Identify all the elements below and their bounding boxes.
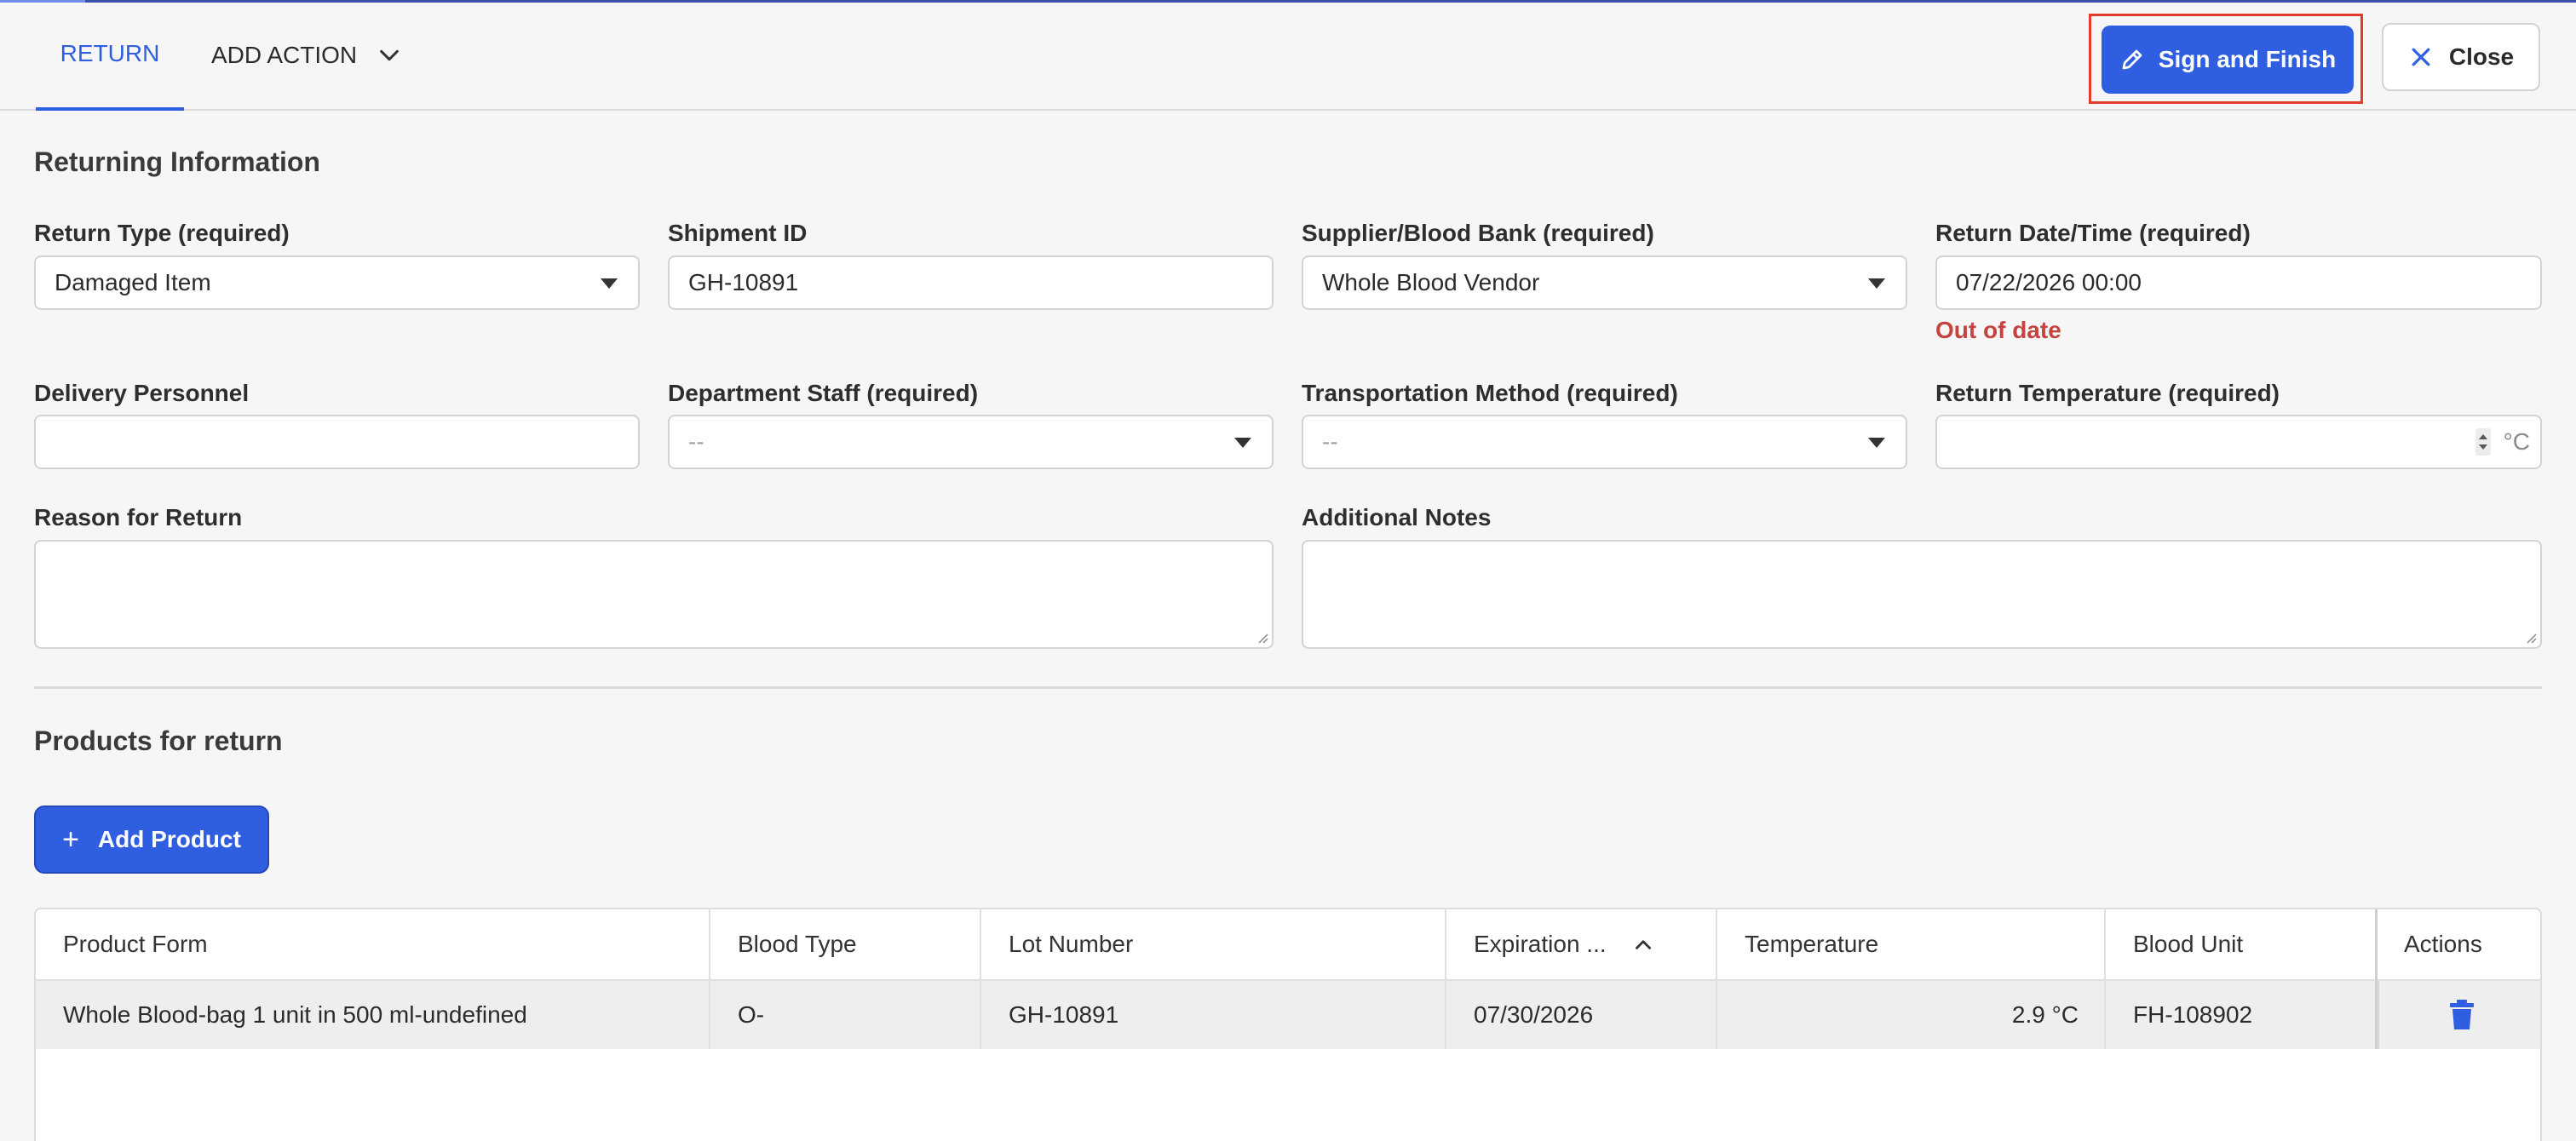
cell-actions (2377, 981, 2540, 1049)
pencil-icon (2122, 49, 2142, 70)
dropdown-arrow-icon (1868, 278, 1885, 289)
sign-and-finish-label: Sign and Finish (2158, 46, 2337, 72)
column-header-expiration[interactable]: Expiration ... (1446, 909, 1717, 979)
reason-label: Reason for Return (34, 504, 243, 530)
supplier-value: Whole Blood Vendor (1322, 269, 1540, 295)
transport-method-value: -- (1322, 428, 1338, 455)
products-title: Products for return (34, 725, 283, 756)
sign-and-finish-button[interactable]: Sign and Finish (2102, 26, 2354, 94)
tab-add-action[interactable]: ADD ACTION (211, 0, 401, 111)
resize-grip-icon[interactable] (2523, 630, 2537, 644)
plus-icon: + (62, 823, 79, 856)
return-datetime-label: Return Date/Time (required) (1935, 220, 2251, 246)
sort-ascending-icon[interactable] (1632, 933, 1654, 955)
shipment-id-input[interactable]: GH-10891 (668, 255, 1274, 310)
department-staff-label: Department Staff (required) (668, 380, 979, 406)
column-header-blood-type[interactable]: Blood Type (710, 909, 981, 979)
supplier-label: Supplier/Blood Bank (required) (1302, 220, 1654, 246)
close-button[interactable]: Close (2382, 23, 2540, 91)
cell-lot-number: GH-10891 (1009, 1001, 1119, 1028)
trash-icon[interactable] (2449, 1000, 2474, 1030)
return-type-select[interactable]: Damaged Item (34, 255, 640, 310)
close-icon (2412, 48, 2430, 66)
supplier-select[interactable]: Whole Blood Vendor (1302, 255, 1907, 310)
column-header-temperature[interactable]: Temperature (1717, 909, 2106, 979)
column-header-expiration-label: Expiration ... (1474, 931, 1607, 957)
dropdown-arrow-icon (601, 278, 618, 289)
resize-grip-icon[interactable] (1255, 630, 1268, 644)
delivery-personnel-label: Delivery Personnel (34, 380, 250, 406)
return-datetime-value: 07/22/2026 00:00 (1956, 269, 2142, 295)
return-type-label: Return Type (required) (34, 220, 290, 246)
table-header: Product Form Blood Type Lot Number Expir… (36, 909, 2540, 981)
transport-method-select[interactable]: -- (1302, 415, 1907, 469)
column-header-actions: Actions (2404, 931, 2482, 957)
chevron-down-icon (380, 49, 399, 61)
number-spinner-icon[interactable] (2475, 428, 2491, 456)
add-product-label: Add Product (97, 826, 241, 852)
column-header-product-form[interactable]: Product Form (36, 909, 710, 979)
column-divider (980, 909, 981, 1049)
dropdown-arrow-icon (1868, 438, 1885, 448)
return-type-value: Damaged Item (55, 269, 211, 295)
transport-method-label: Transportation Method (required) (1302, 380, 1678, 406)
column-divider (2104, 909, 2106, 1049)
column-divider (709, 909, 710, 1049)
column-divider (1445, 909, 1446, 1049)
tab-add-action-label: ADD ACTION (211, 42, 358, 68)
tab-return-label: RETURN (60, 40, 160, 66)
close-label: Close (2448, 43, 2515, 70)
column-header-lot-number[interactable]: Lot Number (981, 909, 1446, 979)
section-divider (34, 686, 2542, 689)
department-staff-value: -- (688, 428, 704, 455)
shipment-id-value: GH-10891 (688, 269, 799, 295)
returning-information-title: Returning Information (34, 146, 320, 177)
reason-textarea[interactable] (34, 540, 1274, 649)
notes-textarea[interactable] (1302, 540, 2542, 649)
cell-temperature: 2.9 °C (2011, 1001, 2079, 1028)
tab-return[interactable]: RETURN (36, 0, 184, 111)
add-product-button[interactable]: + Add Product (34, 806, 269, 874)
return-temperature-label: Return Temperature (required) (1935, 380, 2280, 406)
department-staff-select[interactable]: -- (668, 415, 1274, 469)
table-row[interactable]: Whole Blood-bag 1 unit in 500 ml-undefin… (36, 981, 2540, 1049)
cell-blood-unit: FH-108902 (2133, 1001, 2253, 1028)
shipment-id-label: Shipment ID (668, 220, 808, 246)
temperature-unit: °C (2503, 428, 2530, 455)
products-table: Product Form Blood Type Lot Number Expir… (34, 908, 2542, 1141)
cell-blood-type: O- (738, 1001, 765, 1028)
dropdown-arrow-icon (1234, 438, 1251, 448)
cell-expiration: 07/30/2026 (1474, 1001, 1594, 1028)
return-temperature-input[interactable]: °C (1935, 415, 2542, 469)
delivery-personnel-input[interactable] (34, 415, 640, 469)
cell-product-form: Whole Blood-bag 1 unit in 500 ml-undefin… (63, 1001, 527, 1028)
column-divider (2375, 909, 2378, 1049)
sign-finish-highlight: Sign and Finish (2089, 14, 2363, 104)
return-datetime-error: Out of date (1935, 317, 2061, 343)
column-divider (1716, 909, 1717, 1049)
column-header-blood-unit[interactable]: Blood Unit (2106, 909, 2377, 979)
header-bar: RETURN ADD ACTION Sign and Finish Close (0, 0, 2576, 111)
return-datetime-input[interactable]: 07/22/2026 00:00 (1935, 255, 2542, 310)
notes-label: Additional Notes (1302, 504, 1492, 530)
